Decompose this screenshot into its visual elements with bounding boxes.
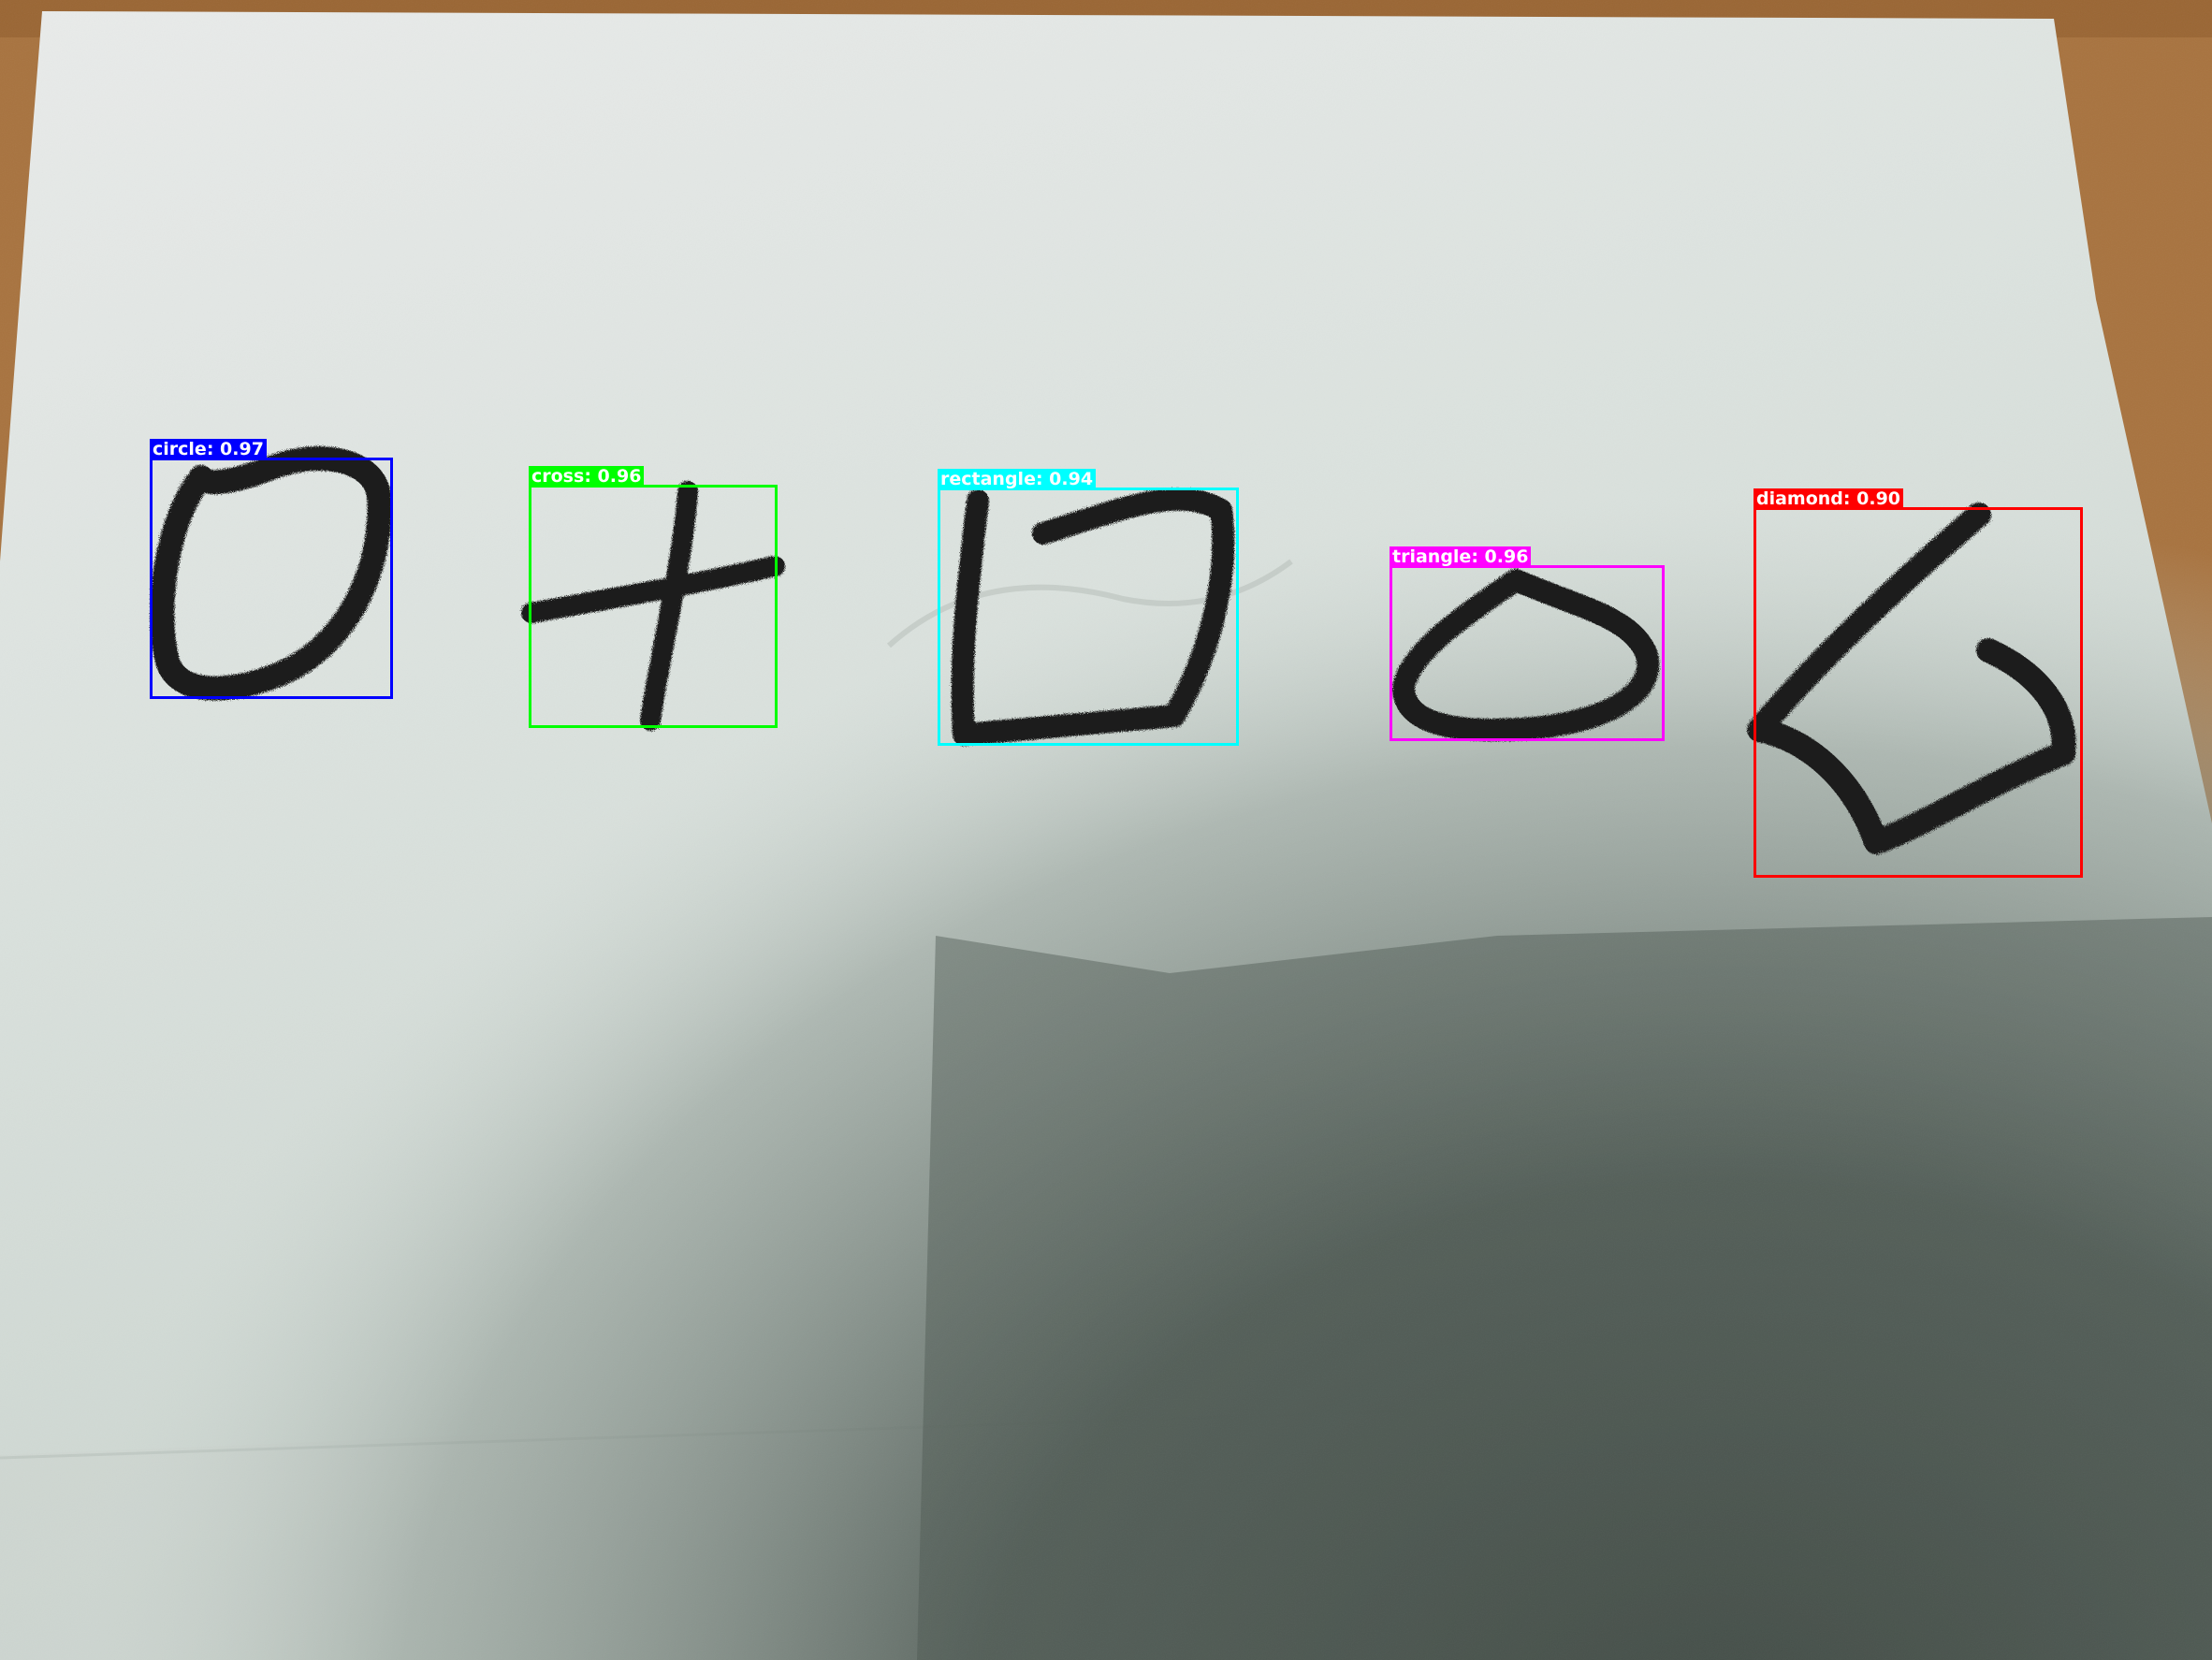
detection-class: cross: [531, 466, 585, 487]
detection-score: 0.97: [220, 439, 264, 459]
detection-score: 0.94: [1049, 469, 1094, 489]
detection-label-cross: cross: 0.96: [529, 466, 645, 488]
detection-box-cross: cross: 0.96: [529, 466, 778, 728]
detection-class: circle: [153, 439, 207, 459]
detection-box-circle: circle: 0.97: [150, 439, 393, 699]
detection-box-triangle: triangle: 0.96: [1390, 546, 1665, 741]
detection-class: rectangle: [940, 469, 1036, 489]
detection-score: 0.96: [597, 466, 642, 487]
detection-score: 0.90: [1856, 488, 1901, 509]
detection-label-diamond: diamond: 0.90: [1754, 488, 1904, 510]
detection-class: diamond: [1756, 488, 1843, 509]
detection-label-triangle: triangle: 0.96: [1390, 546, 1532, 568]
detection-box-diamond: diamond: 0.90: [1754, 488, 2083, 878]
detection-score: 0.96: [1484, 546, 1529, 567]
detection-label-rectangle: rectangle: 0.94: [938, 469, 1097, 490]
detection-box-rectangle: rectangle: 0.94: [938, 469, 1239, 746]
detection-label-circle: circle: 0.97: [150, 439, 267, 460]
detection-class: triangle: [1392, 546, 1472, 567]
photo-scene: circle: 0.97 cross: 0.96 rectangle: 0.94…: [0, 0, 2212, 1660]
